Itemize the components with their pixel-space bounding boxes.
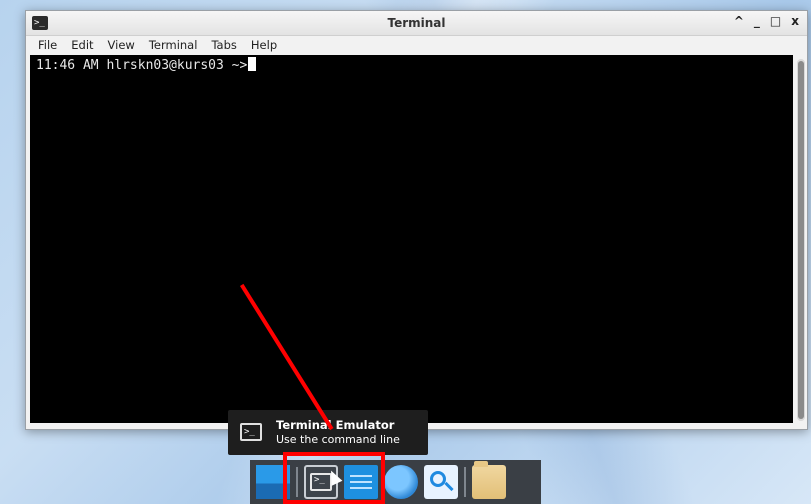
text-cursor (248, 57, 257, 71)
menu-bar: File Edit View Terminal Tabs Help (26, 36, 807, 54)
dock-separator (296, 467, 298, 497)
tooltip-description: Use the command line (276, 433, 400, 446)
web-browser-icon[interactable] (384, 465, 418, 499)
menu-view[interactable]: View (108, 38, 135, 52)
close-button[interactable]: x (791, 14, 799, 28)
dock-tooltip: >_ Terminal Emulator Use the command lin… (228, 410, 428, 455)
terminal-window: >_ Terminal ^ _ □ x File Edit View Termi… (25, 10, 808, 430)
file-manager-icon[interactable] (472, 461, 506, 499)
vertical-scrollbar[interactable] (797, 59, 805, 421)
menu-help[interactable]: Help (251, 38, 277, 52)
window-title: Terminal (387, 16, 446, 30)
menu-file[interactable]: File (38, 38, 57, 52)
terminal-icon: >_ (240, 423, 262, 441)
menu-tabs[interactable]: Tabs (211, 38, 236, 52)
menu-edit[interactable]: Edit (71, 38, 93, 52)
search-icon[interactable] (424, 465, 458, 499)
window-controls: ^ _ □ x (734, 14, 799, 28)
title-bar[interactable]: >_ Terminal ^ _ □ x (26, 11, 807, 36)
shell-prompt: 11:46 AM hlrskn03@kurs03 ~> (36, 58, 248, 73)
minimize-button[interactable]: _ (754, 14, 760, 28)
tooltip-title: Terminal Emulator (276, 418, 395, 432)
dock: >_ (250, 460, 541, 504)
terminal-output[interactable]: 11:46 AM hlrskn03@kurs03 ~> (30, 55, 793, 423)
dock-separator (464, 467, 466, 497)
applications-icon[interactable] (256, 465, 290, 499)
shade-button[interactable]: ^ (734, 14, 744, 28)
scrollbar-thumb[interactable] (798, 61, 804, 419)
menu-terminal[interactable]: Terminal (149, 38, 198, 52)
documents-icon[interactable] (344, 465, 378, 499)
maximize-button[interactable]: □ (770, 14, 781, 28)
